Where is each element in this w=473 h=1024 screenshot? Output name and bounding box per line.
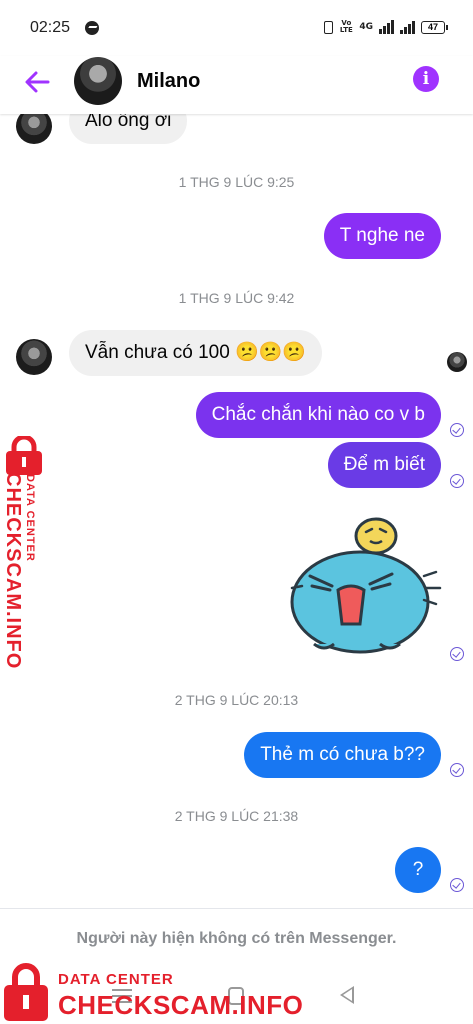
network-indicator: 4G	[359, 22, 373, 32]
sent-check-icon	[450, 878, 464, 892]
unavailable-notice: Người này hiện không có trên Messenger.	[76, 930, 397, 947]
timestamp: 2 THG 9 LÚC 20:13	[174, 692, 299, 708]
signal-icon-2	[400, 20, 415, 34]
timestamp: 1 THG 9 LÚC 9:42	[178, 290, 295, 306]
message-bubble-outgoing[interactable]: T nghe ne	[323, 213, 441, 259]
timestamp: 1 THG 9 LÚC 9:25	[178, 174, 295, 190]
watermark-bottom: DATA CENTER CHECKSCAM.INFO	[0, 960, 304, 1024]
watermark-small-text: DATA CENTER	[58, 971, 174, 988]
blue-creature-crying-sticker[interactable]	[284, 516, 442, 656]
watermark-big-text: CHECKSCAM.INFO	[2, 472, 24, 670]
back-arrow-icon[interactable]	[22, 67, 52, 97]
lock-icon	[4, 963, 48, 1021]
status-bar: 02:25 Vo LTE 4G 47	[0, 0, 473, 56]
signal-icon	[379, 20, 394, 34]
watermark-big-text: CHECKSCAM.INFO	[58, 990, 304, 1020]
watermark-side: DATA CENTER CHECKSCAM.INFO	[0, 436, 50, 670]
messenger-notification-icon	[85, 21, 99, 35]
sent-check-icon	[450, 647, 464, 661]
message-bubble-incoming[interactable]: Vẫn chưa có 100 😕😕😕	[69, 330, 323, 376]
chat-header: Milano i	[0, 56, 473, 114]
vibrate-icon	[324, 20, 334, 34]
battery-icon: 47	[421, 20, 448, 34]
seen-avatar	[447, 352, 467, 372]
footer-divider	[0, 908, 473, 909]
sent-check-icon	[450, 474, 464, 488]
message-bubble-outgoing[interactable]: Chắc chắn khi nào co v b	[195, 392, 441, 438]
contact-avatar-small	[16, 339, 52, 375]
message-bubble-outgoing[interactable]: Thẻ m có chưa b??	[244, 732, 441, 778]
status-icons: Vo LTE 4G 47	[324, 19, 448, 34]
message-bubble-outgoing[interactable]: Để m biết	[327, 442, 441, 488]
contact-avatar[interactable]	[74, 57, 122, 105]
sent-check-icon	[450, 423, 464, 437]
volte-indicator: Vo LTE	[339, 19, 353, 34]
status-time: 02:25	[30, 19, 71, 36]
message-bubble-outgoing[interactable]: ?	[395, 847, 441, 893]
info-icon[interactable]: i	[413, 66, 439, 92]
timestamp: 2 THG 9 LÚC 21:38	[174, 808, 299, 824]
watermark-small-text: DATA CENTER	[24, 474, 36, 562]
lock-icon	[6, 436, 42, 475]
sent-check-icon	[450, 763, 464, 777]
contact-name[interactable]: Milano	[137, 70, 200, 93]
nav-back-icon[interactable]	[340, 986, 354, 1004]
